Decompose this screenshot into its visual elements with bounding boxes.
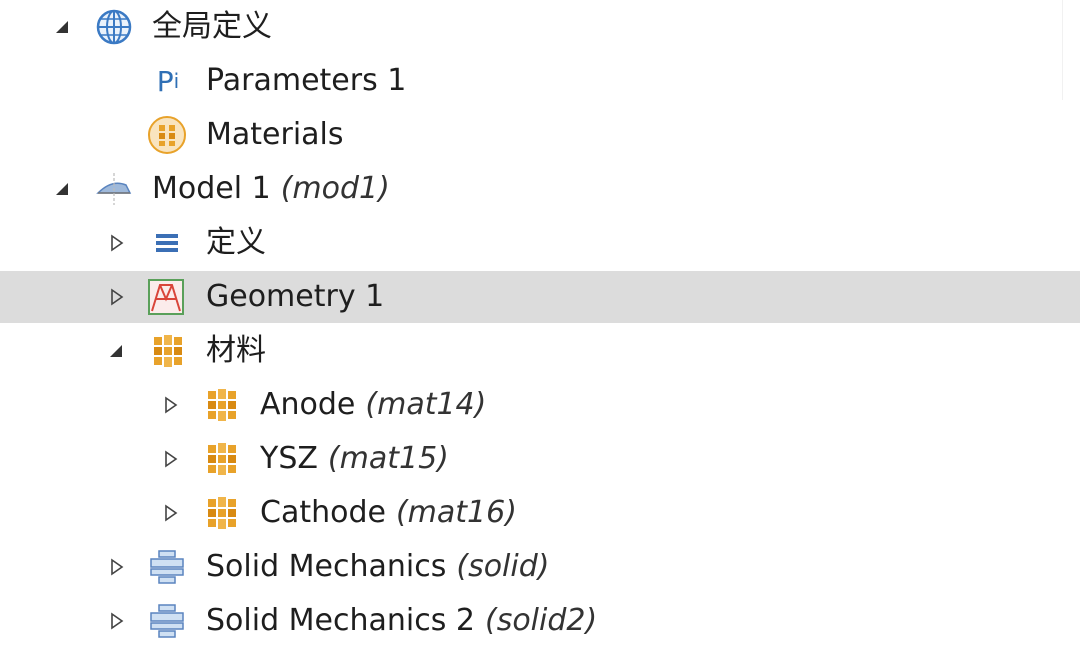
node-name: Anode: [260, 387, 356, 422]
solid-mechanics-icon: [147, 601, 187, 641]
node-name: 全局定义: [152, 9, 272, 44]
materials-icon: [148, 331, 188, 371]
tree-node-definitions[interactable]: 定义: [0, 217, 1080, 269]
tree-node-materials[interactable]: 材料: [0, 325, 1080, 377]
parameters-icon-letter: P: [156, 64, 174, 98]
expanded-arrow-icon[interactable]: [54, 17, 72, 37]
model-icon: [94, 169, 134, 209]
collapsed-arrow-icon[interactable]: [108, 611, 126, 631]
solid-mechanics-icon: [147, 547, 187, 587]
tree-node-material-ysz[interactable]: YSZ (mat15): [0, 433, 1080, 485]
materials-global-icon: [147, 115, 187, 155]
node-tag: (mat15): [327, 441, 449, 476]
tree-node-label: Solid Mechanics (solid): [206, 547, 549, 587]
tree-node-label: YSZ (mat15): [260, 439, 449, 479]
tree-node-label: 材料: [206, 331, 266, 371]
node-name: Geometry 1: [206, 279, 385, 314]
definitions-icon: [148, 223, 188, 263]
tree-node-label: Model 1 (mod1): [152, 169, 390, 209]
collapsed-arrow-icon[interactable]: [108, 287, 126, 307]
node-name: Solid Mechanics: [206, 549, 447, 584]
node-name: Cathode: [260, 495, 386, 530]
tree-node-label: 定义: [206, 223, 266, 263]
material-icon: [202, 439, 242, 479]
node-name: Model 1: [152, 171, 271, 206]
collapsed-arrow-icon[interactable]: [162, 449, 180, 469]
collapsed-arrow-icon[interactable]: [108, 233, 126, 253]
tree-node-solid-mechanics[interactable]: Solid Mechanics (solid): [0, 541, 1080, 593]
tree-node-model[interactable]: Model 1 (mod1): [0, 163, 1080, 215]
collapsed-arrow-icon[interactable]: [162, 503, 180, 523]
node-name: 材料: [206, 333, 266, 368]
tree-node-solid-mechanics-2[interactable]: Solid Mechanics 2 (solid2): [0, 595, 1080, 647]
node-tag: (mod1): [280, 171, 390, 206]
tree-node-global-definitions[interactable]: 全局定义: [0, 1, 1080, 53]
parameters-icon: Pi: [148, 61, 188, 101]
tree-node-label: 全局定义: [152, 7, 272, 47]
tree-node-label: Cathode (mat16): [260, 493, 517, 533]
node-tag: (mat14): [365, 387, 487, 422]
node-name: Materials: [206, 117, 344, 152]
node-name: 定义: [206, 225, 266, 260]
expanded-arrow-icon[interactable]: [54, 179, 72, 199]
expanded-arrow-icon[interactable]: [108, 341, 126, 361]
tree-node-material-cathode[interactable]: Cathode (mat16): [0, 487, 1080, 539]
tree-node-label: Solid Mechanics 2 (solid2): [206, 601, 597, 641]
material-icon: [202, 493, 242, 533]
tree-node-geometry[interactable]: Geometry 1: [0, 271, 1080, 323]
node-tag: (solid2): [484, 603, 598, 638]
model-builder-tree: 全局定义 Pi Parameters 1 Materials Model 1 (…: [0, 0, 1080, 653]
parameters-icon-subscript: i: [173, 69, 180, 93]
tree-node-materials-global[interactable]: Materials: [0, 109, 1080, 161]
tree-node-label: Parameters 1: [206, 61, 406, 101]
tree-node-label: Materials: [206, 115, 344, 155]
collapsed-arrow-icon[interactable]: [162, 395, 180, 415]
node-tag: (mat16): [395, 495, 517, 530]
node-name: Parameters 1: [206, 63, 407, 98]
globe-icon: [94, 7, 134, 47]
collapsed-arrow-icon[interactable]: [108, 557, 126, 577]
node-tag: (solid): [456, 549, 550, 584]
node-name: YSZ: [260, 441, 318, 476]
tree-node-label: Geometry 1: [206, 277, 384, 317]
node-name: Solid Mechanics 2: [206, 603, 475, 638]
tree-node-parameters[interactable]: Pi Parameters 1: [0, 55, 1080, 107]
geometry-icon: [146, 277, 186, 317]
material-icon: [202, 385, 242, 425]
tree-node-material-anode[interactable]: Anode (mat14): [0, 379, 1080, 431]
tree-node-label: Anode (mat14): [260, 385, 486, 425]
